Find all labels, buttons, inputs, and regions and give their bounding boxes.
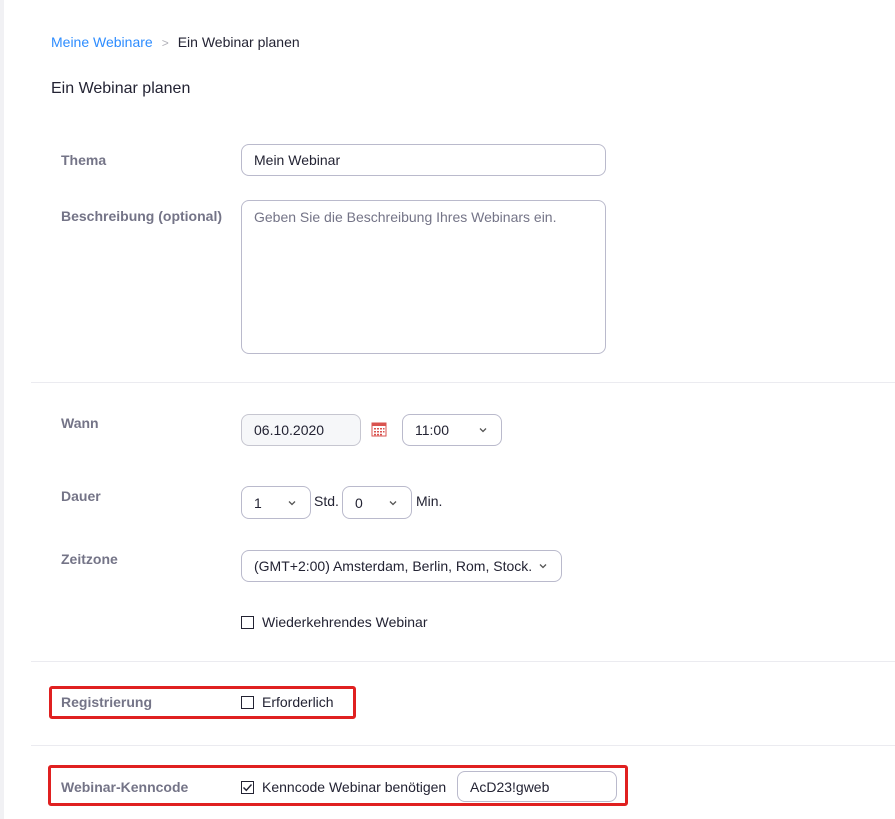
registration-checkbox[interactable] [241,695,254,709]
time-value: 11:00 [415,422,449,438]
chevron-down-icon [479,428,487,433]
chevron-down-icon [389,500,397,505]
passcode-input[interactable] [457,771,617,802]
section-divider [31,382,895,383]
recurring-checkbox[interactable] [241,615,254,629]
section-divider [31,661,895,662]
registration-checkbox-label: Erforderlich [262,694,334,710]
description-textarea[interactable] [241,200,606,354]
duration-minutes-value: 0 [355,494,363,511]
hours-unit: Std. [314,493,339,509]
recurring-option[interactable]: Wiederkehrendes Webinar [241,614,428,630]
passcode-checkbox[interactable] [241,780,254,794]
duration-hours-select[interactable]: 1 [241,486,311,519]
registration-option[interactable]: Erforderlich [241,694,334,710]
passcode-label: Webinar-Kenncode [61,779,189,795]
breadcrumb-separator: > [161,36,169,50]
timezone-label: Zeitzone [61,551,118,567]
chevron-down-icon [539,564,547,569]
duration-minutes-select[interactable]: 0 [342,486,412,519]
breadcrumb-current: Ein Webinar planen [177,34,300,50]
duration-hours-value: 1 [254,494,262,511]
registration-label: Registrierung [61,694,153,710]
recurring-label: Wiederkehrendes Webinar [262,614,428,630]
topic-label: Thema [61,152,107,168]
left-edge [0,0,4,819]
passcode-checkbox-label: Kenncode Webinar benötigen [262,779,447,795]
topic-input[interactable] [241,144,606,176]
time-select[interactable]: 11:00 [402,414,502,446]
breadcrumb: Meine Webinare > Ein Webinar planen [51,34,300,50]
date-input[interactable] [241,414,361,446]
minutes-unit: Min. [416,493,443,509]
section-divider [31,745,895,746]
duration-label: Dauer [61,488,101,504]
calendar-icon[interactable] [371,421,387,437]
chevron-down-icon [288,500,296,505]
checkmark-icon [243,783,253,791]
when-label: Wann [61,415,99,431]
timezone-value: (GMT+2:00) Amsterdam, Berlin, Rom, Stock… [254,558,531,574]
breadcrumb-link-my-webinars[interactable]: Meine Webinare [51,34,153,50]
passcode-option[interactable]: Kenncode Webinar benötigen [241,779,446,795]
page-title: Ein Webinar planen [51,80,191,97]
description-label: Beschreibung (optional) [61,208,222,224]
timezone-select[interactable]: (GMT+2:00) Amsterdam, Berlin, Rom, Stock… [241,550,562,582]
